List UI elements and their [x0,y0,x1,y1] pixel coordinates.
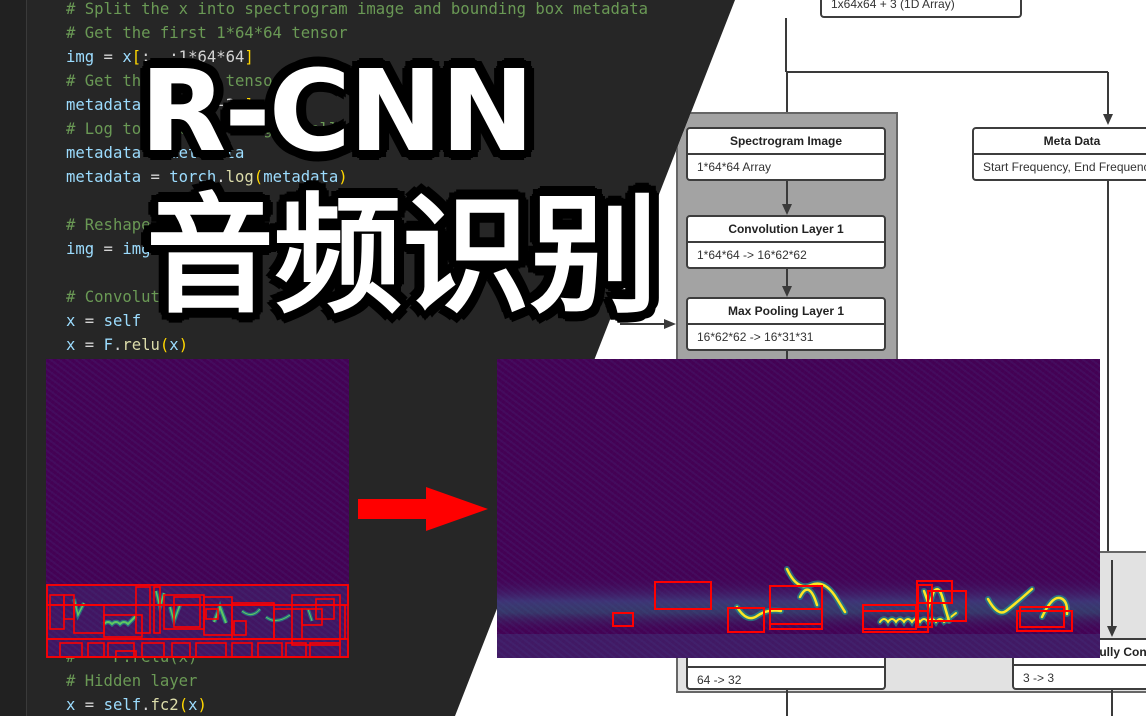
arrow-down-icon [782,286,792,297]
code-token: = [75,696,104,714]
code-line: # Split the x into spectrogram image and… [66,0,648,21]
red-arrow-icon [358,487,488,531]
code-line: # Get the first 1*64*64 tensor [66,21,648,45]
code-token: metadata [66,144,142,162]
node-title: Max Pooling Layer 1 [688,299,884,325]
code-token: img [66,48,95,66]
code-token: # Split the x into spectrogram image and… [66,0,649,18]
connector [786,71,1108,73]
code-token: x [66,336,76,354]
noise-band-low [497,634,1100,658]
code-token: img [66,240,95,258]
node-body: 64 -> 32 [697,673,742,687]
input-node: 1x64x64 + 3 (1D Array) [820,0,1022,18]
node-title: Spectrogram Image [688,129,884,155]
code-token: self [103,312,142,330]
node-body: 1*64*64 Array [697,160,772,174]
connector [1111,560,1113,634]
code-token: fc2 [150,696,179,714]
title-english: R-CNN [140,47,534,177]
spectrogram-full-image [46,359,349,658]
code-token: = [94,48,123,66]
code-line: x = F.relu(x) [66,333,648,357]
code-token: ( [178,696,189,714]
code-token: ) [178,336,189,354]
code-token: # Hidden layer [66,672,198,690]
spectrogram-node: Spectrogram Image 1*64*64 Array [686,127,886,181]
input-node-body: 1x64x64 + 3 (1D Array) [831,0,955,11]
title-chinese: 音频识别 [146,182,659,331]
arrow-right-icon [664,319,676,329]
code-token: ( [159,336,170,354]
code-token: x [66,696,76,714]
code-token: metadata [66,168,142,186]
code-token: = [75,312,104,330]
code-token: # Get the first 1*64*64 tensor [66,24,348,42]
code-token: ) [197,696,207,714]
code-token: # Reshape [66,216,151,234]
arrow-down-icon [782,204,792,215]
code-token: metadata [66,96,142,114]
code-token: . [141,696,151,714]
code-token: = [75,336,104,354]
pool1-node: Max Pooling Layer 1 16*62*62 -> 16*31*31 [686,297,886,351]
connector [1107,72,1109,114]
spectrogram-left-canvas [46,584,349,658]
connector [786,72,788,114]
node-body: 1*64*64 -> 16*62*62 [697,248,807,262]
connector [1111,690,1113,716]
conv1-node: Convolution Layer 1 1*64*64 -> 16*62*62 [686,215,886,269]
connector [786,269,788,287]
code-token: x [66,312,76,330]
node-title: Meta Data [974,129,1146,155]
editor-gutter [0,0,27,716]
connector [785,18,787,72]
connector [786,690,788,716]
node-title: Convolution Layer 1 [688,217,884,243]
code-token: = [94,240,123,258]
connector [786,181,788,205]
arrow-down-icon [1103,114,1113,125]
node-body: 16*62*62 -> 16*31*31 [697,330,814,344]
node-body: Start Frequency, End Frequency [983,160,1146,174]
meta-data-node: Meta Data Start Frequency, End Frequency [972,127,1146,181]
node-body: 3 -> 3 [1023,671,1055,685]
code-token: F [103,336,113,354]
code-token: relu [122,336,160,354]
code-token: x [169,336,179,354]
spectrogram-zoomed-image [497,359,1100,658]
spectrogram-right-canvas [497,566,1100,658]
code-token: self [103,696,142,714]
code-token: x [122,48,132,66]
arrow-down-icon [1107,626,1117,637]
code-token: . [112,336,123,354]
